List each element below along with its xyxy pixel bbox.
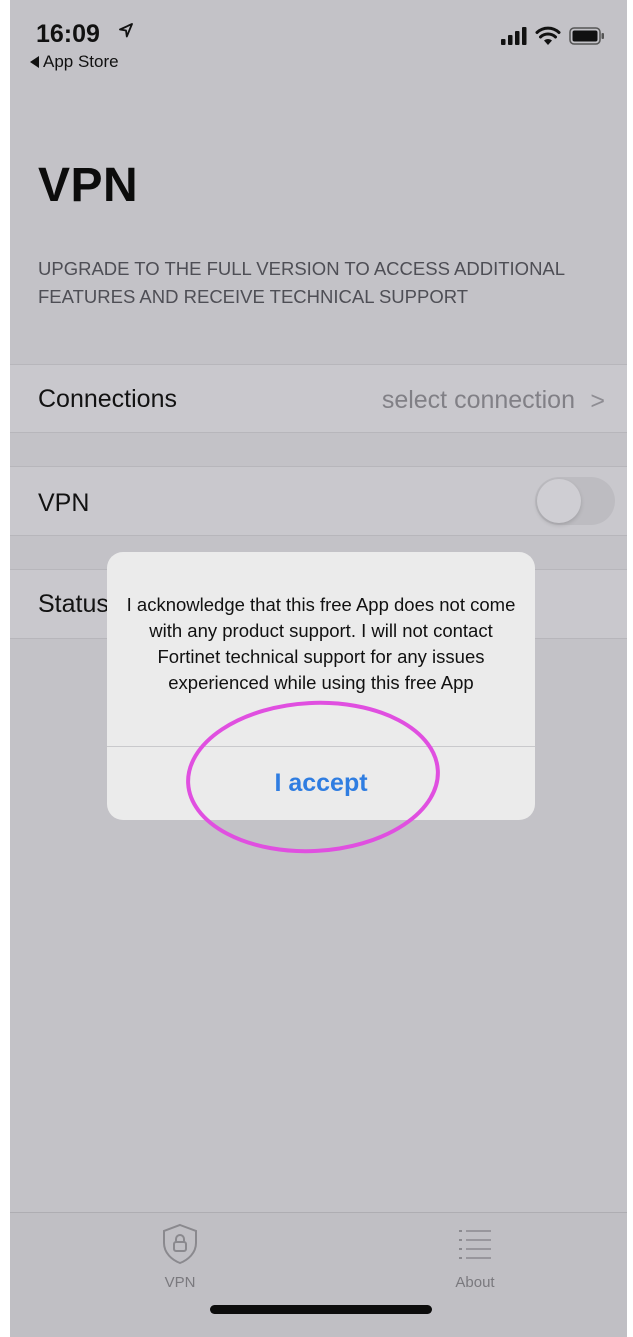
vpn-toggle[interactable] <box>535 477 615 525</box>
home-indicator[interactable] <box>210 1305 432 1314</box>
back-app-label: App Store <box>43 52 119 71</box>
status-icons <box>501 26 605 46</box>
tab-about[interactable]: About <box>415 1223 535 1291</box>
connections-row[interactable]: Connections select connection > <box>10 364 627 433</box>
connections-label: Connections <box>38 385 177 413</box>
app-screen: 16:09 App Store VPN UPGRADE TO THE FULL … <box>10 0 627 1337</box>
status-label: Status <box>38 590 109 618</box>
page-title: VPN <box>38 159 139 212</box>
chevron-right-icon: > <box>590 387 605 415</box>
battery-icon <box>569 27 604 45</box>
status-bar: 16:09 App Store <box>10 0 627 80</box>
list-icon <box>459 1230 491 1259</box>
highlight-ellipse <box>186 700 440 854</box>
wifi-icon <box>535 26 561 45</box>
shield-lock-icon <box>163 1223 197 1265</box>
location-arrow-icon <box>119 23 133 38</box>
tab-about-label: About <box>455 1274 495 1291</box>
tab-vpn[interactable]: VPN <box>120 1223 240 1291</box>
connections-value: select connection <box>381 386 575 414</box>
vpn-label: VPN <box>38 489 90 517</box>
alert-message: I acknowledge that this free App does no… <box>126 594 516 693</box>
status-time: 16:09 <box>36 20 100 48</box>
upgrade-notice: UPGRADE TO THE FULL VERSION TO ACCESS AD… <box>38 258 565 307</box>
back-to-app-store[interactable]: App Store <box>30 52 119 72</box>
cellular-signal-icon <box>501 27 527 45</box>
tab-vpn-label: VPN <box>164 1274 196 1291</box>
toggle-knob <box>537 479 581 523</box>
back-triangle-icon <box>30 56 39 68</box>
tab-bar: VPN About <box>10 1212 627 1337</box>
vpn-row: VPN <box>10 466 627 536</box>
